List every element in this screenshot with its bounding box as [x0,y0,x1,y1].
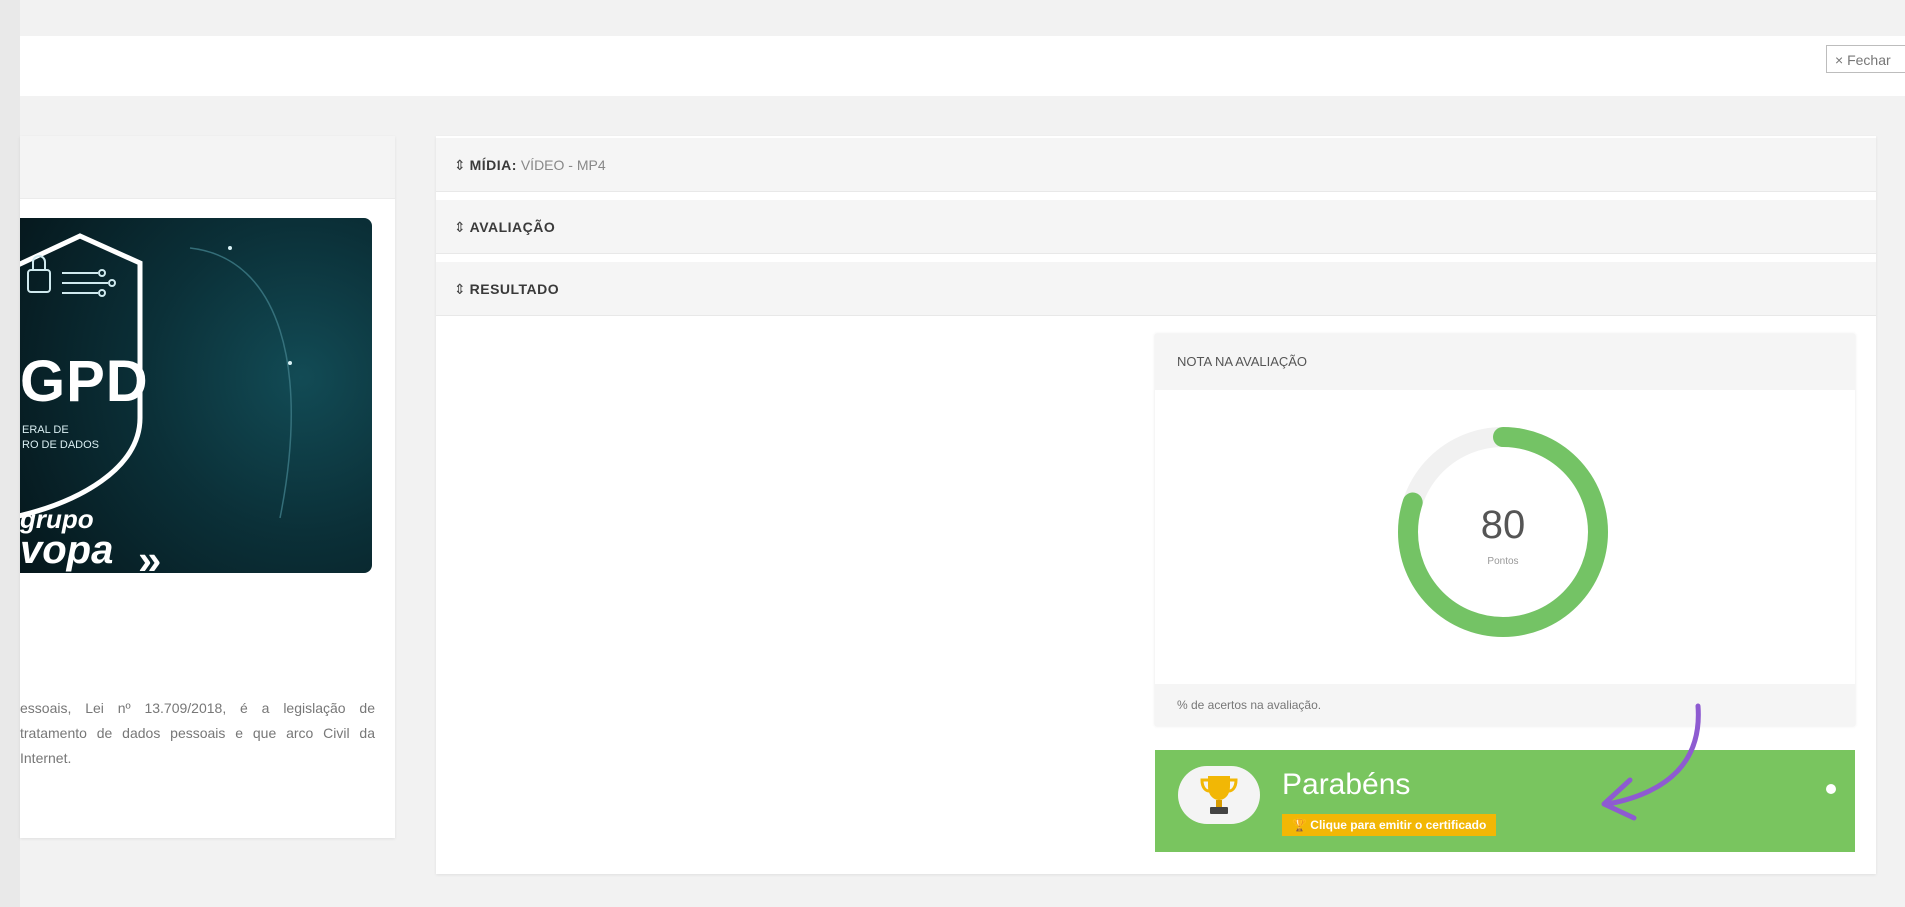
trophy-icon [1200,776,1238,814]
thumbnail-subtitle: ERAL DE RO DE DADOS [22,423,99,453]
curved-arrow-icon [1601,703,1701,821]
score-unit: Pontos [1487,556,1519,567]
sort-icon: ⇕ [454,219,466,235]
accordion-media[interactable]: ⇕ MÍDIA: VÍDEO - MP4 [436,138,1876,192]
accordion-result-label: RESULTADO [469,281,560,297]
accordion-evaluation[interactable]: ⇕ AVALIAÇÃO [436,200,1876,254]
thumbnail-subtitle-line1: ERAL DE [22,424,69,436]
congrats-title: Parabéns [1282,768,1411,801]
sort-icon: ⇕ [454,281,466,297]
thumbnail-acronym: GPD [20,349,149,414]
accordion-evaluation-label: AVALIAÇÃO [469,219,556,235]
thumbnail-subtitle-line2: RO DE DADOS [22,439,100,451]
accordion-result[interactable]: ⇕ RESULTADO [436,262,1876,316]
score-card-heading: NOTA NA AVALIAÇÃO [1155,334,1855,390]
course-description: essoais, Lei nº 13.709/2018, é a legisla… [20,700,375,766]
top-bar [20,36,1905,96]
congrats-banner [1155,750,1855,852]
score-value: 80 [1480,503,1526,547]
score-footnote: % de acertos na avaliação. [1155,684,1855,726]
brand-logo-line2: vopa [20,528,114,572]
sort-icon: ⇕ [454,157,466,173]
course-thumbnail[interactable]: GPD ERAL DE RO DE DADOS grupo vopa » [20,218,372,573]
course-card-header [20,136,395,199]
left-edge [0,0,20,907]
certificate-button[interactable]: 🏆 Clique para emitir o certificado [1282,814,1497,836]
brand-chevron-icon: » [138,536,162,573]
accordion-media-label: MÍDIA: [469,157,517,173]
course-card: GPD ERAL DE RO DE DADOS grupo vopa » ess… [20,136,395,838]
close-button[interactable]: × Fechar [1826,45,1905,73]
accordion-media-value: VÍDEO - MP4 [516,157,606,173]
banner-dot [1826,784,1836,794]
